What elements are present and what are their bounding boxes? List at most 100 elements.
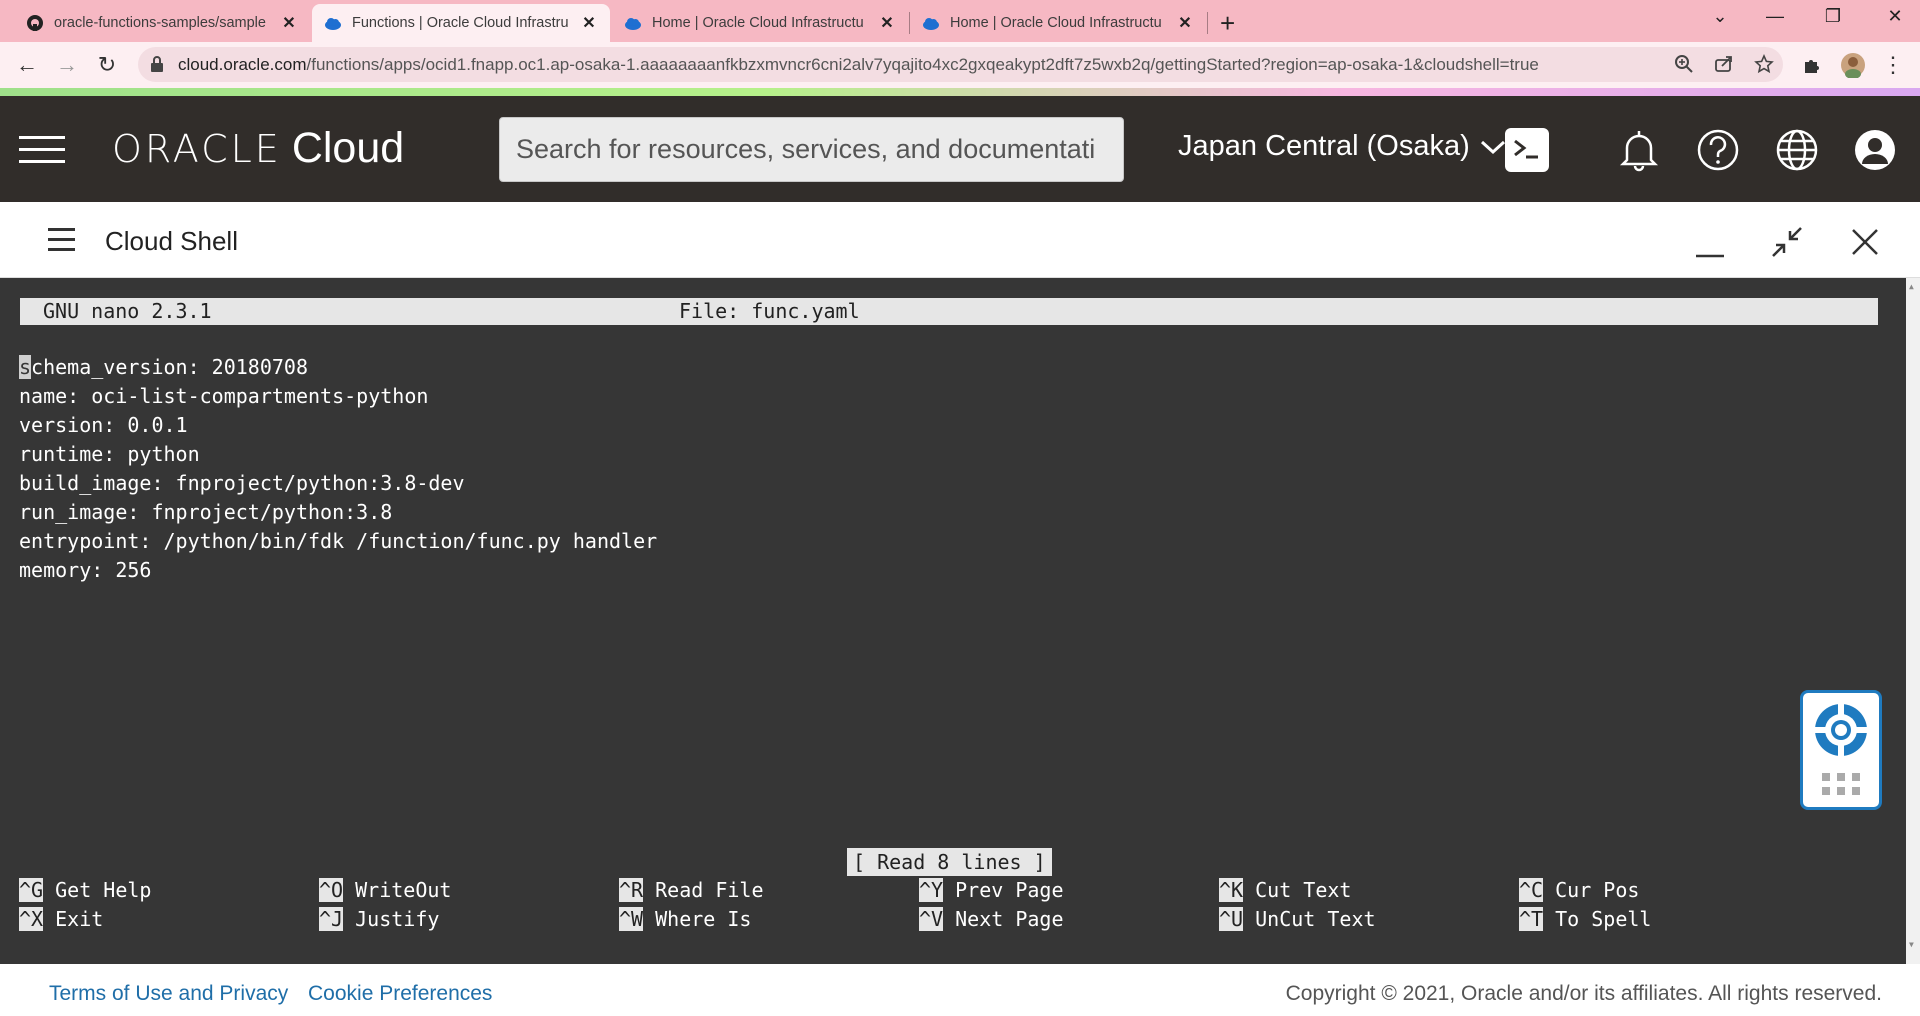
share-icon[interactable] <box>1714 54 1736 76</box>
nano-title-bar: GNU nano 2.3.1 File: func.yaml <box>20 298 1878 325</box>
shortcut-key: ^U <box>1219 907 1244 931</box>
url-host: cloud.oracle.com <box>178 55 307 74</box>
shortcut-label: Where Is <box>655 907 752 931</box>
cloud-shell-menu-icon[interactable] <box>48 228 75 258</box>
file-line: run_image: fnproject/python:3.8 <box>19 500 393 524</box>
minimize-shell-icon[interactable] <box>1690 222 1730 262</box>
navigation-menu-icon[interactable] <box>19 136 65 172</box>
oracle-cloud-icon <box>624 14 642 32</box>
text-cursor: s <box>19 355 32 379</box>
browser-tab-home-2[interactable]: Home | Oracle Cloud Infrastructu ✕ <box>910 4 1206 42</box>
tab-title: Home | Oracle Cloud Infrastructu <box>950 15 1162 31</box>
restore-window-icon[interactable]: ❐ <box>1818 6 1848 27</box>
shortcut-label: To Spell <box>1555 907 1652 931</box>
terminal[interactable]: GNU nano 2.3.1 File: func.yaml schema_ve… <box>0 278 1920 964</box>
cloud-shell-header: Cloud Shell <box>0 202 1920 278</box>
region-selector[interactable]: Japan Central (Osaka) <box>1178 130 1506 163</box>
close-tab-icon[interactable]: ✕ <box>280 14 298 32</box>
tab-title: oracle-functions-samples/sample <box>54 15 266 31</box>
scroll-down-arrow-icon[interactable]: ▼ <box>1909 940 1914 949</box>
close-tab-icon[interactable]: ✕ <box>1176 14 1194 32</box>
bookmark-star-icon[interactable] <box>1754 54 1776 76</box>
cookie-preferences-link[interactable]: Cookie Preferences <box>308 982 492 1006</box>
search-field[interactable] <box>499 117 1124 182</box>
language-globe-icon[interactable] <box>1774 127 1820 173</box>
search-input[interactable] <box>500 118 1123 181</box>
profile-avatar-icon[interactable] <box>1838 50 1868 80</box>
file-content[interactable]: schema_version: 20180708 name: oci-list-… <box>19 353 657 585</box>
oracle-cloud-logo[interactable]: ORACLE Cloud <box>112 124 404 173</box>
browser-tab-github[interactable]: oracle-functions-samples/sample ✕ <box>14 4 310 42</box>
logo-cloud-text: Cloud <box>291 124 405 172</box>
shortcut-key: ^J <box>319 907 344 931</box>
terminal-scrollbar[interactable]: ▲ ▼ <box>1906 278 1920 964</box>
shortcut-label: Justify <box>355 907 440 931</box>
page-footer: Terms of Use and Privacy Cookie Preferen… <box>0 964 1920 1016</box>
lifebuoy-icon <box>1812 701 1870 764</box>
zoom-icon[interactable] <box>1674 54 1696 76</box>
file-line: runtime: python <box>19 442 200 466</box>
minimize-window-icon[interactable]: — <box>1760 6 1790 27</box>
file-line-text: chema_version: 20180708 <box>31 355 308 379</box>
shortcut-key: ^R <box>619 878 644 902</box>
shortcut-label: UnCut Text <box>1255 907 1376 931</box>
shortcut-cut-text: ^K Cut Text <box>1219 876 1351 905</box>
file-line: build_image: fnproject/python:3.8-dev <box>19 471 465 495</box>
close-window-icon[interactable]: ✕ <box>1880 6 1910 27</box>
browser-tab-home-1[interactable]: Home | Oracle Cloud Infrastructu ✕ <box>612 4 908 42</box>
region-label: Japan Central (Osaka) <box>1178 130 1470 162</box>
reload-icon[interactable]: ↻ <box>92 50 122 80</box>
address-bar[interactable]: cloud.oracle.com/functions/apps/ocid1.fn… <box>138 47 1783 82</box>
scroll-up-arrow-icon[interactable]: ▲ <box>1909 282 1914 291</box>
shortcut-label: Read File <box>655 878 764 902</box>
close-tab-icon[interactable]: ✕ <box>580 14 598 32</box>
shortcut-key: ^C <box>1519 878 1544 902</box>
notifications-bell-icon[interactable] <box>1616 127 1662 173</box>
shortcut-label: Exit <box>55 907 104 931</box>
terms-of-use-link[interactable]: Terms of Use and Privacy <box>49 982 288 1006</box>
shortcut-key: ^V <box>919 907 944 931</box>
shortcut-label: Next Page <box>955 907 1064 931</box>
restore-shell-icon[interactable] <box>1767 222 1807 262</box>
cloud-shell-title: Cloud Shell <box>105 226 238 256</box>
browser-menu-icon[interactable]: ⋮ <box>1878 50 1908 80</box>
tab-search-icon[interactable]: ⌄ <box>1705 6 1735 27</box>
forward-arrow-icon[interactable]: → <box>52 50 82 80</box>
back-arrow-icon[interactable]: ← <box>12 50 42 80</box>
tab-separator <box>1207 12 1208 34</box>
shortcut-label: Cut Text <box>1255 878 1352 902</box>
close-tab-icon[interactable]: ✕ <box>878 14 896 32</box>
file-line: name: oci-list-compartments-python <box>19 384 429 408</box>
help-icon[interactable] <box>1695 127 1741 173</box>
shortcut-key: ^Y <box>919 878 944 902</box>
shortcut-where-is: ^W Where Is <box>619 905 751 934</box>
shortcut-to-spell: ^T To Spell <box>1519 905 1651 934</box>
shortcut-label: WriteOut <box>355 878 452 902</box>
shortcut-justify: ^J Justify <box>319 905 439 934</box>
user-profile-icon[interactable] <box>1852 127 1898 173</box>
close-shell-icon[interactable] <box>1845 222 1885 262</box>
github-icon <box>26 14 44 32</box>
shortcut-key: ^G <box>19 878 44 902</box>
shortcut-label: Prev Page <box>955 878 1064 902</box>
oracle-cloud-icon <box>324 14 342 32</box>
shortcut-uncut-text: ^U UnCut Text <box>1219 905 1376 934</box>
browser-accent-line <box>0 88 1920 96</box>
tab-title: Home | Oracle Cloud Infrastructu <box>652 15 864 31</box>
extensions-puzzle-icon[interactable] <box>1797 50 1827 80</box>
cloud-shell-icon[interactable] <box>1504 127 1550 173</box>
shortcut-prev-page: ^Y Prev Page <box>919 876 1064 905</box>
file-line: schema_version: 20180708 <box>19 353 657 382</box>
shortcut-key: ^T <box>1519 907 1544 931</box>
chevron-down-icon <box>1480 130 1506 163</box>
url-text: cloud.oracle.com/functions/apps/ocid1.fn… <box>178 55 1539 75</box>
shortcut-key: ^W <box>619 907 644 931</box>
shortcut-key: ^X <box>19 907 44 931</box>
new-tab-button[interactable]: + <box>1220 8 1235 39</box>
tab-title: Functions | Oracle Cloud Infrastru <box>352 15 569 31</box>
nano-file-name: File: func.yaml <box>679 299 860 323</box>
help-support-button[interactable] <box>1800 690 1882 810</box>
file-line: version: 0.0.1 <box>19 413 188 437</box>
nano-status-message: [ Read 8 lines ] <box>847 848 1052 876</box>
browser-tab-functions[interactable]: Functions | Oracle Cloud Infrastru ✕ <box>312 4 610 42</box>
